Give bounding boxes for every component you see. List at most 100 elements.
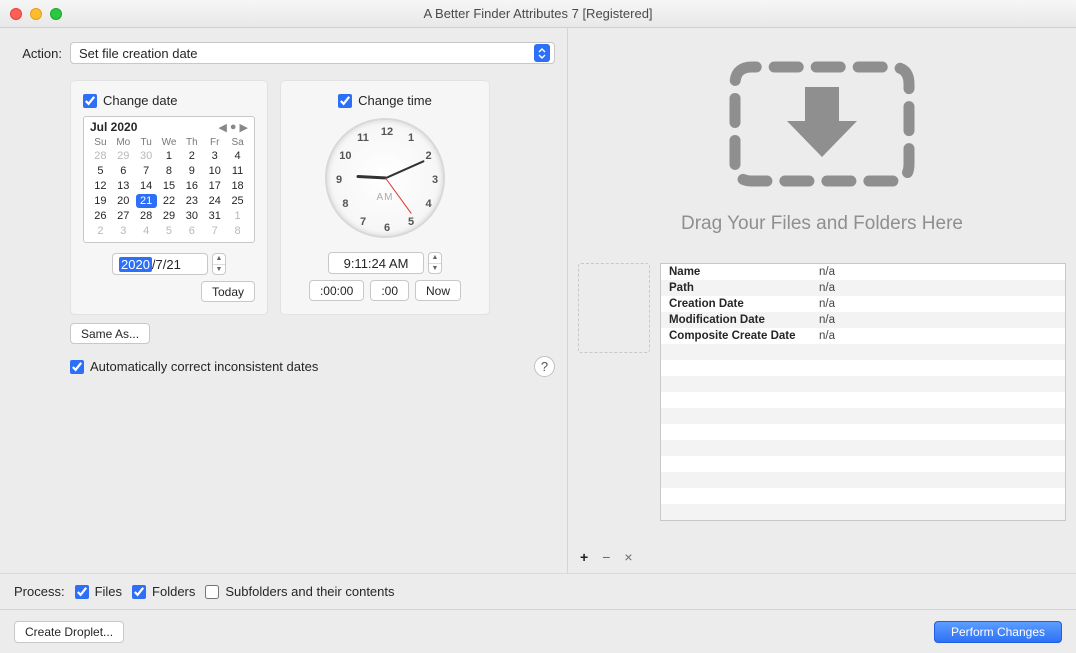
calendar-day[interactable]: 5	[90, 164, 111, 178]
calendar-day[interactable]: 4	[136, 224, 157, 238]
action-select-value: Set file creation date	[79, 46, 198, 61]
info-value: n/a	[819, 314, 835, 326]
process-row: Process: Files Folders Subfolders and th…	[0, 573, 1076, 609]
remove-file-button[interactable]: −	[602, 549, 610, 565]
calendar-day[interactable]: 26	[90, 209, 111, 223]
calendar-day[interactable]: 8	[159, 164, 180, 178]
calendar-day[interactable]: 15	[159, 179, 180, 193]
calendar-day[interactable]: 21	[136, 194, 157, 208]
file-thumbnail	[578, 263, 650, 353]
time-field[interactable]: 9:11:24 AM	[328, 252, 424, 274]
calendar-day[interactable]: 18	[227, 179, 248, 193]
calendar-day[interactable]: 25	[227, 194, 248, 208]
calendar-day[interactable]: 5	[159, 224, 180, 238]
process-subfolders-checkbox[interactable]: Subfolders and their contents	[205, 584, 394, 599]
zero-seconds-button[interactable]: :00:00	[309, 280, 364, 301]
drop-zone[interactable]: Drag Your Files and Folders Here	[568, 28, 1076, 255]
process-folders-checkbox[interactable]: Folders	[132, 584, 195, 599]
calendar-day[interactable]: 19	[90, 194, 111, 208]
calendar-day[interactable]: 28	[90, 149, 111, 163]
drop-arrow-icon	[717, 49, 927, 199]
create-droplet-button[interactable]: Create Droplet...	[14, 621, 124, 643]
change-date-checkbox[interactable]: Change date	[83, 93, 255, 108]
info-key: Path	[669, 282, 819, 294]
analog-clock[interactable]: AM 123456789101112	[325, 118, 445, 238]
now-button[interactable]: Now	[415, 280, 461, 301]
info-key: Name	[669, 266, 819, 278]
calendar-day[interactable]: 6	[181, 224, 202, 238]
calendar-month-year: Jul 2020	[90, 120, 137, 134]
calendar-day[interactable]: 7	[204, 224, 225, 238]
calendar-day[interactable]: 9	[181, 164, 202, 178]
drop-caption: Drag Your Files and Folders Here	[681, 213, 963, 235]
date-stepper[interactable]: ▲▼	[212, 253, 226, 275]
action-label: Action:	[12, 46, 62, 61]
calendar-day[interactable]: 22	[159, 194, 180, 208]
calendar-day[interactable]: 1	[159, 149, 180, 163]
window-title: A Better Finder Attributes 7 [Registered…	[0, 6, 1076, 21]
file-info-table: Namen/aPathn/aCreation Daten/aModificati…	[660, 263, 1066, 521]
calendar-day[interactable]: 2	[90, 224, 111, 238]
calendar-day[interactable]: 30	[136, 149, 157, 163]
zero-button[interactable]: :00	[370, 280, 409, 301]
calendar-next-icon[interactable]: ▶	[240, 121, 248, 134]
calendar[interactable]: Jul 2020 ◀ ● ▶ SuMoTuWeThFrSa28293012345…	[83, 116, 255, 243]
calendar-today-icon[interactable]: ●	[230, 121, 237, 134]
time-stepper[interactable]: ▲▼	[428, 252, 442, 274]
calendar-day[interactable]: 16	[181, 179, 202, 193]
calendar-day[interactable]: 8	[227, 224, 248, 238]
calendar-day[interactable]: 30	[181, 209, 202, 223]
calendar-day[interactable]: 29	[113, 149, 134, 163]
calendar-day[interactable]: 1	[227, 209, 248, 223]
info-key: Modification Date	[669, 314, 819, 326]
calendar-day[interactable]: 27	[113, 209, 134, 223]
calendar-day[interactable]: 17	[204, 179, 225, 193]
calendar-prev-icon[interactable]: ◀	[218, 121, 226, 134]
calendar-day[interactable]: 29	[159, 209, 180, 223]
calendar-day[interactable]: 24	[204, 194, 225, 208]
calendar-day[interactable]: 31	[204, 209, 225, 223]
window-controls	[10, 8, 62, 20]
zoom-window-button[interactable]	[50, 8, 62, 20]
same-as-button[interactable]: Same As...	[70, 323, 150, 344]
footer: Create Droplet... Perform Changes	[0, 609, 1076, 653]
info-value: n/a	[819, 266, 835, 278]
calendar-day[interactable]: 20	[113, 194, 134, 208]
calendar-day[interactable]: 14	[136, 179, 157, 193]
calendar-day[interactable]: 7	[136, 164, 157, 178]
clear-files-button[interactable]: ×	[624, 549, 632, 565]
close-window-button[interactable]	[10, 8, 22, 20]
info-value: n/a	[819, 330, 835, 342]
calendar-day[interactable]: 11	[227, 164, 248, 178]
process-label: Process:	[14, 584, 65, 599]
calendar-day[interactable]: 3	[204, 149, 225, 163]
help-button[interactable]: ?	[534, 356, 555, 377]
calendar-day[interactable]: 12	[90, 179, 111, 193]
change-time-checkbox[interactable]: Change time	[338, 93, 432, 108]
change-time-panel: Change time AM 123456789101112 9:11:24 A…	[280, 80, 490, 315]
change-date-panel: Change date Jul 2020 ◀ ● ▶ SuMoTuWeThFrS…	[70, 80, 268, 315]
files-pane: Drag Your Files and Folders Here Namen/a…	[567, 28, 1076, 573]
calendar-day[interactable]: 4	[227, 149, 248, 163]
info-value: n/a	[819, 298, 835, 310]
info-value: n/a	[819, 282, 835, 294]
info-key: Creation Date	[669, 298, 819, 310]
date-year-field[interactable]: 2020/ 7/21	[112, 253, 208, 275]
chevron-updown-icon	[534, 44, 550, 62]
info-key: Composite Create Date	[669, 330, 819, 342]
calendar-day[interactable]: 3	[113, 224, 134, 238]
calendar-day[interactable]: 10	[204, 164, 225, 178]
calendar-day[interactable]: 23	[181, 194, 202, 208]
auto-correct-checkbox[interactable]: Automatically correct inconsistent dates	[70, 359, 526, 374]
settings-pane: Action: Set file creation date Change da…	[0, 28, 567, 573]
calendar-day[interactable]: 28	[136, 209, 157, 223]
perform-changes-button[interactable]: Perform Changes	[934, 621, 1062, 643]
today-button[interactable]: Today	[201, 281, 255, 302]
action-select[interactable]: Set file creation date	[70, 42, 555, 64]
calendar-day[interactable]: 6	[113, 164, 134, 178]
minimize-window-button[interactable]	[30, 8, 42, 20]
add-file-button[interactable]: +	[580, 549, 588, 565]
process-files-checkbox[interactable]: Files	[75, 584, 122, 599]
calendar-day[interactable]: 13	[113, 179, 134, 193]
calendar-day[interactable]: 2	[181, 149, 202, 163]
